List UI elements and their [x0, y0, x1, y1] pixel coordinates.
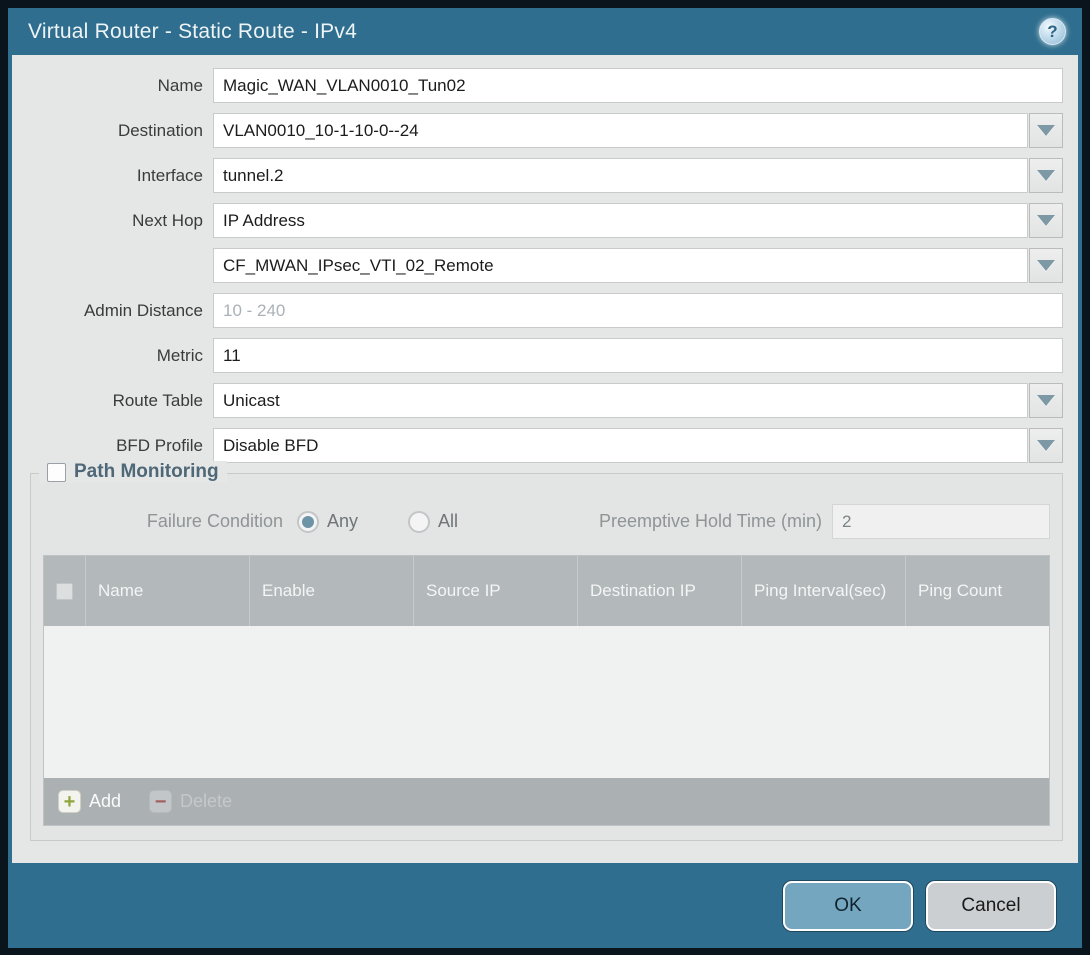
select-all-checkbox[interactable]: [56, 583, 73, 600]
form-row-next-hop-address: [12, 248, 1063, 283]
form-row-metric: Metric: [12, 338, 1063, 373]
interface-label: Interface: [12, 158, 213, 193]
path-monitoring-title: Path Monitoring: [74, 461, 219, 483]
preemptive-hold-time-label: Preemptive Hold Time (min): [599, 511, 832, 532]
column-header-name[interactable]: Name: [86, 556, 250, 626]
admin-distance-input[interactable]: [213, 293, 1063, 328]
column-header-destination-ip[interactable]: Destination IP: [578, 556, 742, 626]
cancel-button[interactable]: Cancel: [926, 881, 1056, 931]
dialog-footer: OK Cancel: [8, 863, 1082, 948]
next-hop-address-label: [12, 248, 213, 283]
destination-dropdown-button[interactable]: [1029, 113, 1063, 148]
delete-button: − Delete: [149, 790, 232, 813]
bfd-profile-label: BFD Profile: [12, 428, 213, 463]
interface-dropdown-button[interactable]: [1029, 158, 1063, 193]
chevron-down-icon: [1037, 260, 1055, 271]
dialog-window: Virtual Router - Static Route - IPv4 ? N…: [0, 0, 1090, 955]
failure-condition-label: Failure Condition: [43, 511, 293, 532]
minus-icon: −: [149, 790, 172, 813]
table-body-empty: [44, 626, 1049, 778]
table-toolbar: + Add − Delete: [44, 778, 1049, 825]
metric-label: Metric: [12, 338, 213, 373]
help-icon[interactable]: ?: [1039, 18, 1066, 45]
route-table-input[interactable]: [213, 383, 1028, 418]
form-row-bfd-profile: BFD Profile: [12, 428, 1063, 463]
failure-condition-any-radio[interactable]: [297, 511, 319, 533]
column-header-ping-count[interactable]: Ping Count: [906, 556, 1049, 626]
form-row-next-hop: Next Hop: [12, 203, 1063, 238]
form-row-destination: Destination: [12, 113, 1063, 148]
failure-condition-any-label: Any: [327, 511, 358, 532]
path-monitoring-table: Name Enable Source IP Destination IP Pin…: [43, 555, 1050, 826]
chevron-down-icon: [1037, 395, 1055, 406]
next-hop-address-dropdown-button[interactable]: [1029, 248, 1063, 283]
table-header-row: Name Enable Source IP Destination IP Pin…: [44, 556, 1049, 626]
next-hop-label: Next Hop: [12, 203, 213, 238]
form-row-name: Name: [12, 68, 1063, 103]
delete-button-label: Delete: [180, 791, 232, 812]
preemptive-hold-time-group: Preemptive Hold Time (min): [599, 504, 1050, 539]
name-label: Name: [12, 68, 213, 103]
next-hop-address-input[interactable]: [213, 248, 1028, 283]
chevron-down-icon: [1037, 170, 1055, 181]
chevron-down-icon: [1037, 125, 1055, 136]
plus-icon: +: [58, 790, 81, 813]
select-all-cell: [44, 556, 86, 626]
path-monitoring-group: Path Monitoring Failure Condition Any Al…: [30, 473, 1063, 841]
destination-label: Destination: [12, 113, 213, 148]
path-monitoring-checkbox[interactable]: [47, 463, 66, 482]
form-row-interface: Interface: [12, 158, 1063, 193]
add-button[interactable]: + Add: [58, 790, 121, 813]
add-button-label: Add: [89, 791, 121, 812]
interface-input[interactable]: [213, 158, 1028, 193]
admin-distance-label: Admin Distance: [12, 293, 213, 328]
destination-input[interactable]: [213, 113, 1028, 148]
preemptive-hold-time-input: [832, 504, 1050, 539]
failure-condition-row: Failure Condition Any All Preemptive Hol…: [43, 504, 1050, 539]
chevron-down-icon: [1037, 215, 1055, 226]
next-hop-type-dropdown-button[interactable]: [1029, 203, 1063, 238]
next-hop-type-input[interactable]: [213, 203, 1028, 238]
dialog-content: Name Destination Interface: [12, 55, 1078, 863]
column-header-ping-interval[interactable]: Ping Interval(sec): [742, 556, 906, 626]
route-table-dropdown-button[interactable]: [1029, 383, 1063, 418]
route-table-label: Route Table: [12, 383, 213, 418]
path-monitoring-legend: Path Monitoring: [39, 461, 227, 483]
form-row-admin-distance: Admin Distance: [12, 293, 1063, 328]
dialog-title: Virtual Router - Static Route - IPv4: [28, 20, 1039, 44]
form-row-route-table: Route Table: [12, 383, 1063, 418]
column-header-enable[interactable]: Enable: [250, 556, 414, 626]
dialog-frame: Virtual Router - Static Route - IPv4 ? N…: [8, 8, 1082, 948]
ok-button[interactable]: OK: [783, 881, 913, 931]
name-input[interactable]: [213, 68, 1063, 103]
dialog-titlebar: Virtual Router - Static Route - IPv4 ?: [8, 8, 1082, 55]
metric-input[interactable]: [213, 338, 1063, 373]
failure-condition-all-label: All: [438, 511, 458, 532]
column-header-source-ip[interactable]: Source IP: [414, 556, 578, 626]
bfd-profile-dropdown-button[interactable]: [1029, 428, 1063, 463]
failure-condition-all-radio[interactable]: [408, 511, 430, 533]
bfd-profile-input[interactable]: [213, 428, 1028, 463]
chevron-down-icon: [1037, 440, 1055, 451]
